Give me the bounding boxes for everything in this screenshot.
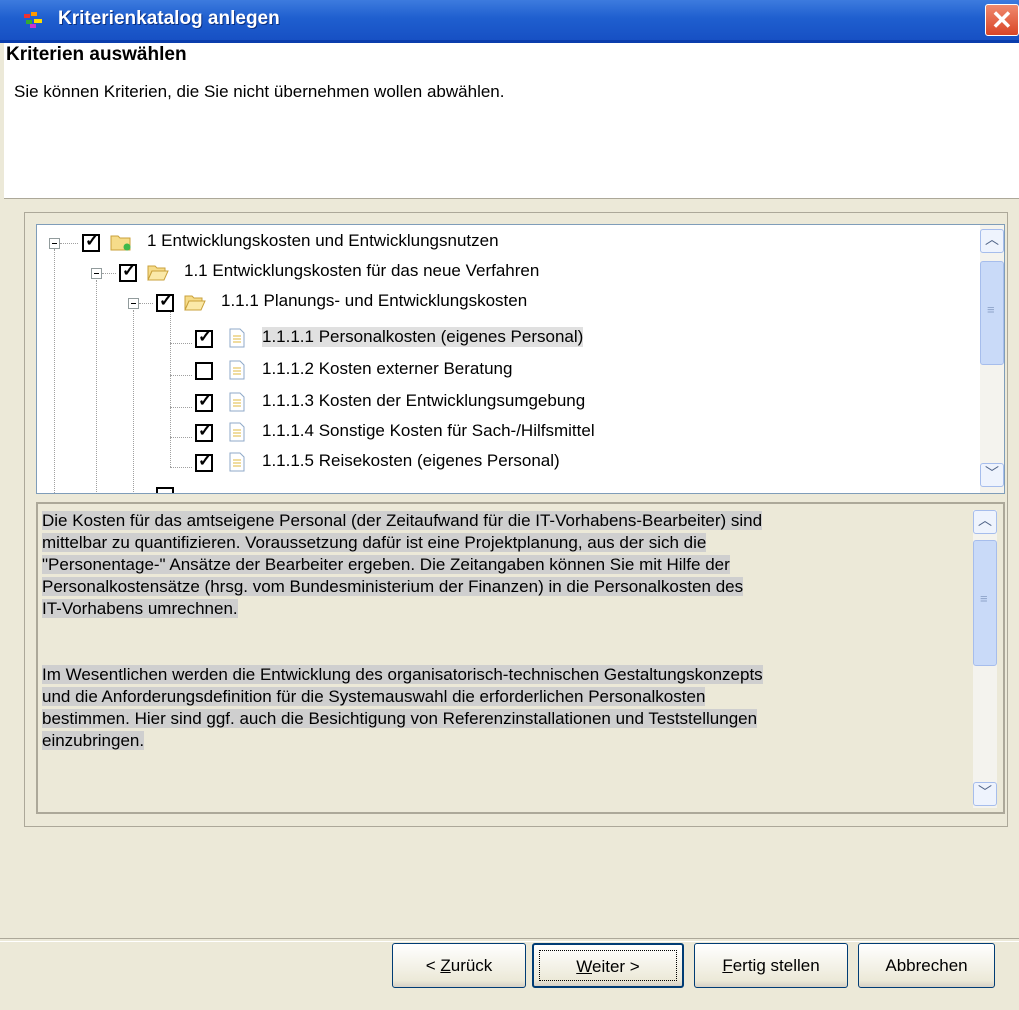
document-icon — [229, 392, 245, 412]
tree-checkbox[interactable] — [156, 487, 174, 493]
wizard-header — [4, 43, 1019, 199]
collapse-icon[interactable] — [128, 298, 139, 309]
title-bar[interactable]: Kriterienkatalog anlegen ✕ — [0, 0, 1019, 43]
criterion-description[interactable]: Die Kosten für das amtseigene Personal (… — [36, 502, 1005, 814]
tree-checkbox[interactable]: ✓ — [195, 391, 213, 412]
tree-checkbox[interactable]: ✓ — [195, 421, 213, 442]
description-paragraph: Im Wesentlichen werden die Entwicklung d… — [42, 664, 972, 752]
tree-item-label: 1.1.1.3 Kosten der Entwicklungsumgebung — [262, 391, 586, 410]
tree-line — [102, 273, 116, 274]
document-icon — [229, 422, 245, 442]
document-icon — [229, 360, 245, 380]
finish-button[interactable]: Fertig stellen — [694, 943, 848, 988]
back-button[interactable]: < Zurück — [392, 943, 526, 988]
tree-item-1-1-1[interactable]: ✓ 1.1.1 Planungs- und Entwicklungskosten — [37, 287, 967, 317]
next-button[interactable]: Weiter > — [532, 943, 684, 988]
folder-open-icon — [147, 265, 169, 281]
page-title: Kriterien auswählen — [6, 44, 187, 65]
tree-item-label: 1.1.1.2 Kosten externer Beratung — [262, 359, 513, 378]
tree-checkbox[interactable]: ✓ — [195, 451, 213, 472]
collapse-icon[interactable] — [49, 238, 60, 249]
app-icon — [24, 12, 42, 28]
scroll-up-button[interactable]: ︿ — [980, 229, 1004, 253]
description-paragraph: Die Kosten für das amtseigene Personal (… — [42, 510, 972, 620]
chevron-up-icon: ︿ — [978, 512, 992, 528]
tree-item-label: 1.1.1.1 Personalkosten (eigenes Personal… — [262, 327, 584, 347]
scroll-thumb[interactable]: ≡ — [980, 261, 1004, 365]
description-line: "Personentage-" Ansätze der Bearbeiter e… — [42, 555, 730, 574]
tree-item-1-1-1-2[interactable]: 1.1.1.2 Kosten externer Beratung — [37, 357, 967, 387]
tree-line — [139, 303, 153, 304]
description-line: Die Kosten für das amtseigene Personal (… — [42, 511, 763, 530]
description-line: Personalkostensätze (hrsg. vom Bundesmin… — [42, 577, 744, 596]
description-line: einzubringen. — [42, 731, 145, 750]
description-line: Im Wesentlichen werden die Entwicklung d… — [42, 665, 763, 684]
back-label: urück — [450, 956, 493, 975]
next-mnemonic: W — [576, 957, 592, 976]
scroll-down-button[interactable]: ﹀ — [980, 463, 1004, 487]
tree-item-partial — [37, 483, 967, 493]
scroll-thumb[interactable]: ≡ — [973, 540, 997, 666]
tree-checkbox[interactable]: ✓ — [119, 261, 137, 282]
close-icon: ✕ — [991, 5, 1013, 35]
close-button[interactable]: ✕ — [985, 4, 1019, 36]
description-line: IT-Vorhabens umrechnen. — [42, 599, 238, 618]
folder-closed-icon — [110, 235, 131, 251]
tree-checkbox[interactable]: ✓ — [195, 327, 213, 348]
tree-item-1[interactable]: ✓ 1 Entwicklungskosten und Entwicklungsn… — [37, 227, 967, 257]
document-icon — [229, 328, 245, 348]
cancel-label: Abbrechen — [885, 956, 968, 975]
tree-item-label: 1 Entwicklungskosten und Entwicklungsnut… — [147, 231, 499, 250]
window-title: Kriterienkatalog anlegen — [58, 8, 280, 29]
scroll-up-button[interactable]: ︿ — [973, 510, 997, 534]
scroll-down-button[interactable]: ﹀ — [973, 782, 997, 806]
chevron-down-icon: ﹀ — [985, 465, 999, 481]
description-scrollbar[interactable]: ︿ ≡ ﹀ — [973, 510, 997, 808]
tree-line — [60, 243, 78, 244]
tree-item-label: 1.1 Entwicklungskosten für das neue Verf… — [184, 261, 540, 280]
chevron-down-icon: ﹀ — [978, 784, 992, 800]
page-description: Sie können Kriterien, die Sie nicht über… — [14, 82, 505, 101]
folder-open-icon — [184, 295, 206, 311]
tree-item-label: 1.1.1.4 Sonstige Kosten für Sach-/Hilfsm… — [262, 421, 595, 440]
tree-checkbox[interactable] — [195, 362, 213, 380]
criteria-tree[interactable]: ✓ 1 Entwicklungskosten und Entwicklungsn… — [36, 224, 1005, 494]
back-prefix: < — [425, 956, 441, 975]
button-separator — [0, 938, 1019, 942]
tree-item-1-1[interactable]: ✓ 1.1 Entwicklungskosten für das neue Ve… — [37, 257, 967, 287]
document-icon — [229, 452, 245, 472]
tree-scrollbar[interactable]: ︿ ≡ ﹀ — [980, 225, 1004, 493]
description-line: bestimmen. Hier sind ggf. auch die Besic… — [42, 709, 758, 728]
description-line: und die Anforderungsdefinition für die S… — [42, 687, 706, 706]
tree-checkbox[interactable]: ✓ — [82, 231, 100, 252]
back-mnemonic: Z — [440, 956, 451, 975]
description-line: mittelbar zu quantifizieren. Voraussetzu… — [42, 533, 707, 552]
collapse-icon[interactable] — [91, 268, 102, 279]
focus-rect: Weiter > — [539, 950, 677, 981]
tree-checkbox[interactable]: ✓ — [156, 291, 174, 312]
tree-item-label: 1.1.1.5 Reisekosten (eigenes Personal) — [262, 451, 560, 470]
tree-item-label: 1.1.1 Planungs- und Entwicklungskosten — [221, 291, 528, 310]
finish-label: ertig stellen — [732, 956, 820, 975]
tree-item-1-1-1-3[interactable]: ✓ 1.1.1.3 Kosten der Entwicklungsumgebun… — [37, 389, 967, 419]
cancel-button[interactable]: Abbrechen — [858, 943, 995, 988]
finish-mnemonic: F — [722, 956, 733, 975]
tree-item-1-1-1-5[interactable]: ✓ 1.1.1.5 Reisekosten (eigenes Personal) — [37, 449, 967, 479]
chevron-up-icon: ︿ — [985, 231, 999, 247]
next-label: eiter > — [592, 957, 640, 976]
tree-item-1-1-1-1[interactable]: ✓ 1.1.1.1 Personalkosten (eigenes Person… — [37, 325, 967, 355]
tree-item-1-1-1-4[interactable]: ✓ 1.1.1.4 Sonstige Kosten für Sach-/Hilf… — [37, 419, 967, 449]
